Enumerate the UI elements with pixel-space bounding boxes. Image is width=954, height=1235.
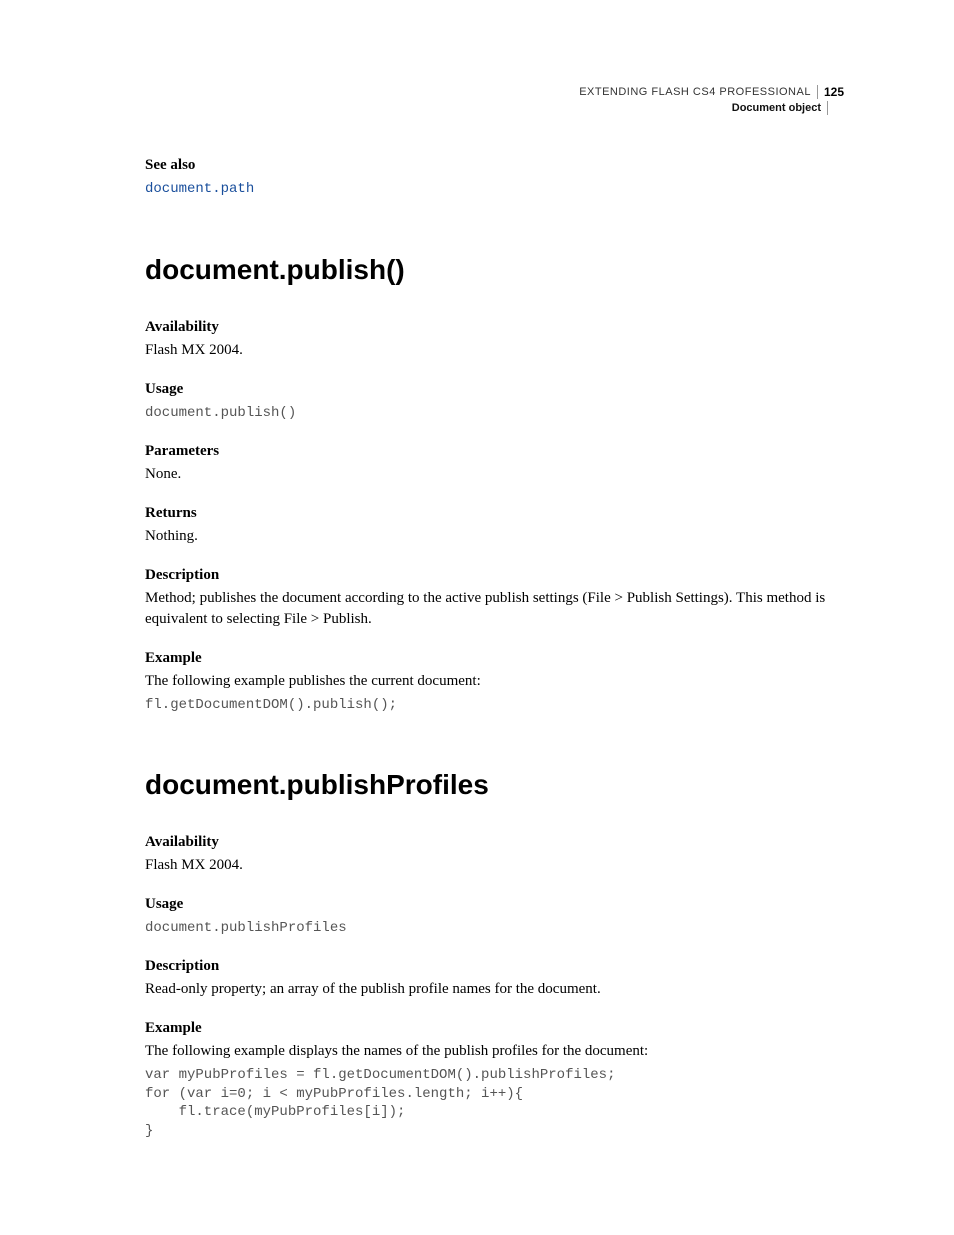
availability-text: Flash MX 2004. xyxy=(145,855,844,876)
page: EXTENDING FLASH CS4 PROFESSIONAL 125 Doc… xyxy=(0,0,954,1235)
example-code: var myPubProfiles = fl.getDocumentDOM().… xyxy=(145,1066,844,1142)
description-label: Description xyxy=(145,956,844,977)
returns-label: Returns xyxy=(145,503,844,524)
parameters-label: Parameters xyxy=(145,441,844,462)
header-book-title: EXTENDING FLASH CS4 PROFESSIONAL xyxy=(579,85,818,99)
section-title: document.publishProfiles xyxy=(145,765,844,804)
header-chapter: Document object xyxy=(732,101,828,115)
usage-code: document.publishProfiles xyxy=(145,919,844,938)
page-header: EXTENDING FLASH CS4 PROFESSIONAL 125 Doc… xyxy=(579,85,844,115)
usage-label: Usage xyxy=(145,379,844,400)
parameters-text: None. xyxy=(145,464,844,485)
example-intro: The following example displays the names… xyxy=(145,1041,844,1062)
availability-label: Availability xyxy=(145,832,844,853)
see-also-link[interactable]: document.path xyxy=(145,181,254,197)
see-also-label: See also xyxy=(145,155,844,176)
description-text: Method; publishes the document according… xyxy=(145,588,844,630)
example-intro: The following example publishes the curr… xyxy=(145,671,844,692)
usage-label: Usage xyxy=(145,894,844,915)
example-code: fl.getDocumentDOM().publish(); xyxy=(145,696,844,715)
availability-label: Availability xyxy=(145,317,844,338)
content: See also document.path document.publish(… xyxy=(145,155,844,1141)
section-title: document.publish() xyxy=(145,250,844,289)
usage-code: document.publish() xyxy=(145,404,844,423)
returns-text: Nothing. xyxy=(145,526,844,547)
availability-text: Flash MX 2004. xyxy=(145,340,844,361)
description-text: Read-only property; an array of the publ… xyxy=(145,979,844,1000)
description-label: Description xyxy=(145,565,844,586)
example-label: Example xyxy=(145,648,844,669)
header-page-number: 125 xyxy=(818,85,844,101)
example-label: Example xyxy=(145,1018,844,1039)
